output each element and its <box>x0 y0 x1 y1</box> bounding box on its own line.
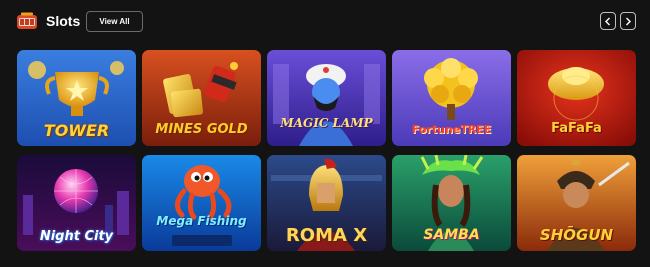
game-thumbnail <box>267 50 386 146</box>
game-tile-roma-x[interactable]: ROMA X <box>267 155 386 251</box>
game-title: ROMA X <box>285 225 368 246</box>
game-tile-mega-fishing[interactable]: Mega Fishing <box>142 155 261 251</box>
game-title: Mega Fishing <box>156 214 247 228</box>
game-title: FaFaFa <box>551 121 602 136</box>
game-tile-fafafa[interactable]: FaFaFa <box>517 50 636 146</box>
game-title: Night City <box>39 229 114 244</box>
game-title: MAGIC LAMP <box>280 116 373 130</box>
game-title: SHŌGUN <box>539 226 614 244</box>
game-tile-fortune-tree[interactable]: FortuneTREE <box>392 50 511 146</box>
game-title: FortuneTREE <box>411 123 492 136</box>
game-title: SAMBA <box>423 227 480 243</box>
game-tile-samba[interactable]: SAMBA <box>392 155 511 251</box>
game-grid: TOWER MINES GOLD MAGIC LAMP FortuneTREE … <box>0 0 650 267</box>
game-tile-night-city[interactable]: Night City <box>17 155 136 251</box>
game-tile-tower[interactable]: TOWER <box>17 50 136 146</box>
game-title: TOWER <box>43 121 110 140</box>
game-title: MINES GOLD <box>155 122 248 137</box>
game-tile-magic-lamp[interactable]: MAGIC LAMP <box>267 50 386 146</box>
game-tile-shogun[interactable]: SHŌGUN <box>517 155 636 251</box>
game-tile-mines-gold[interactable]: MINES GOLD <box>142 50 261 146</box>
game-thumbnail <box>142 155 261 251</box>
